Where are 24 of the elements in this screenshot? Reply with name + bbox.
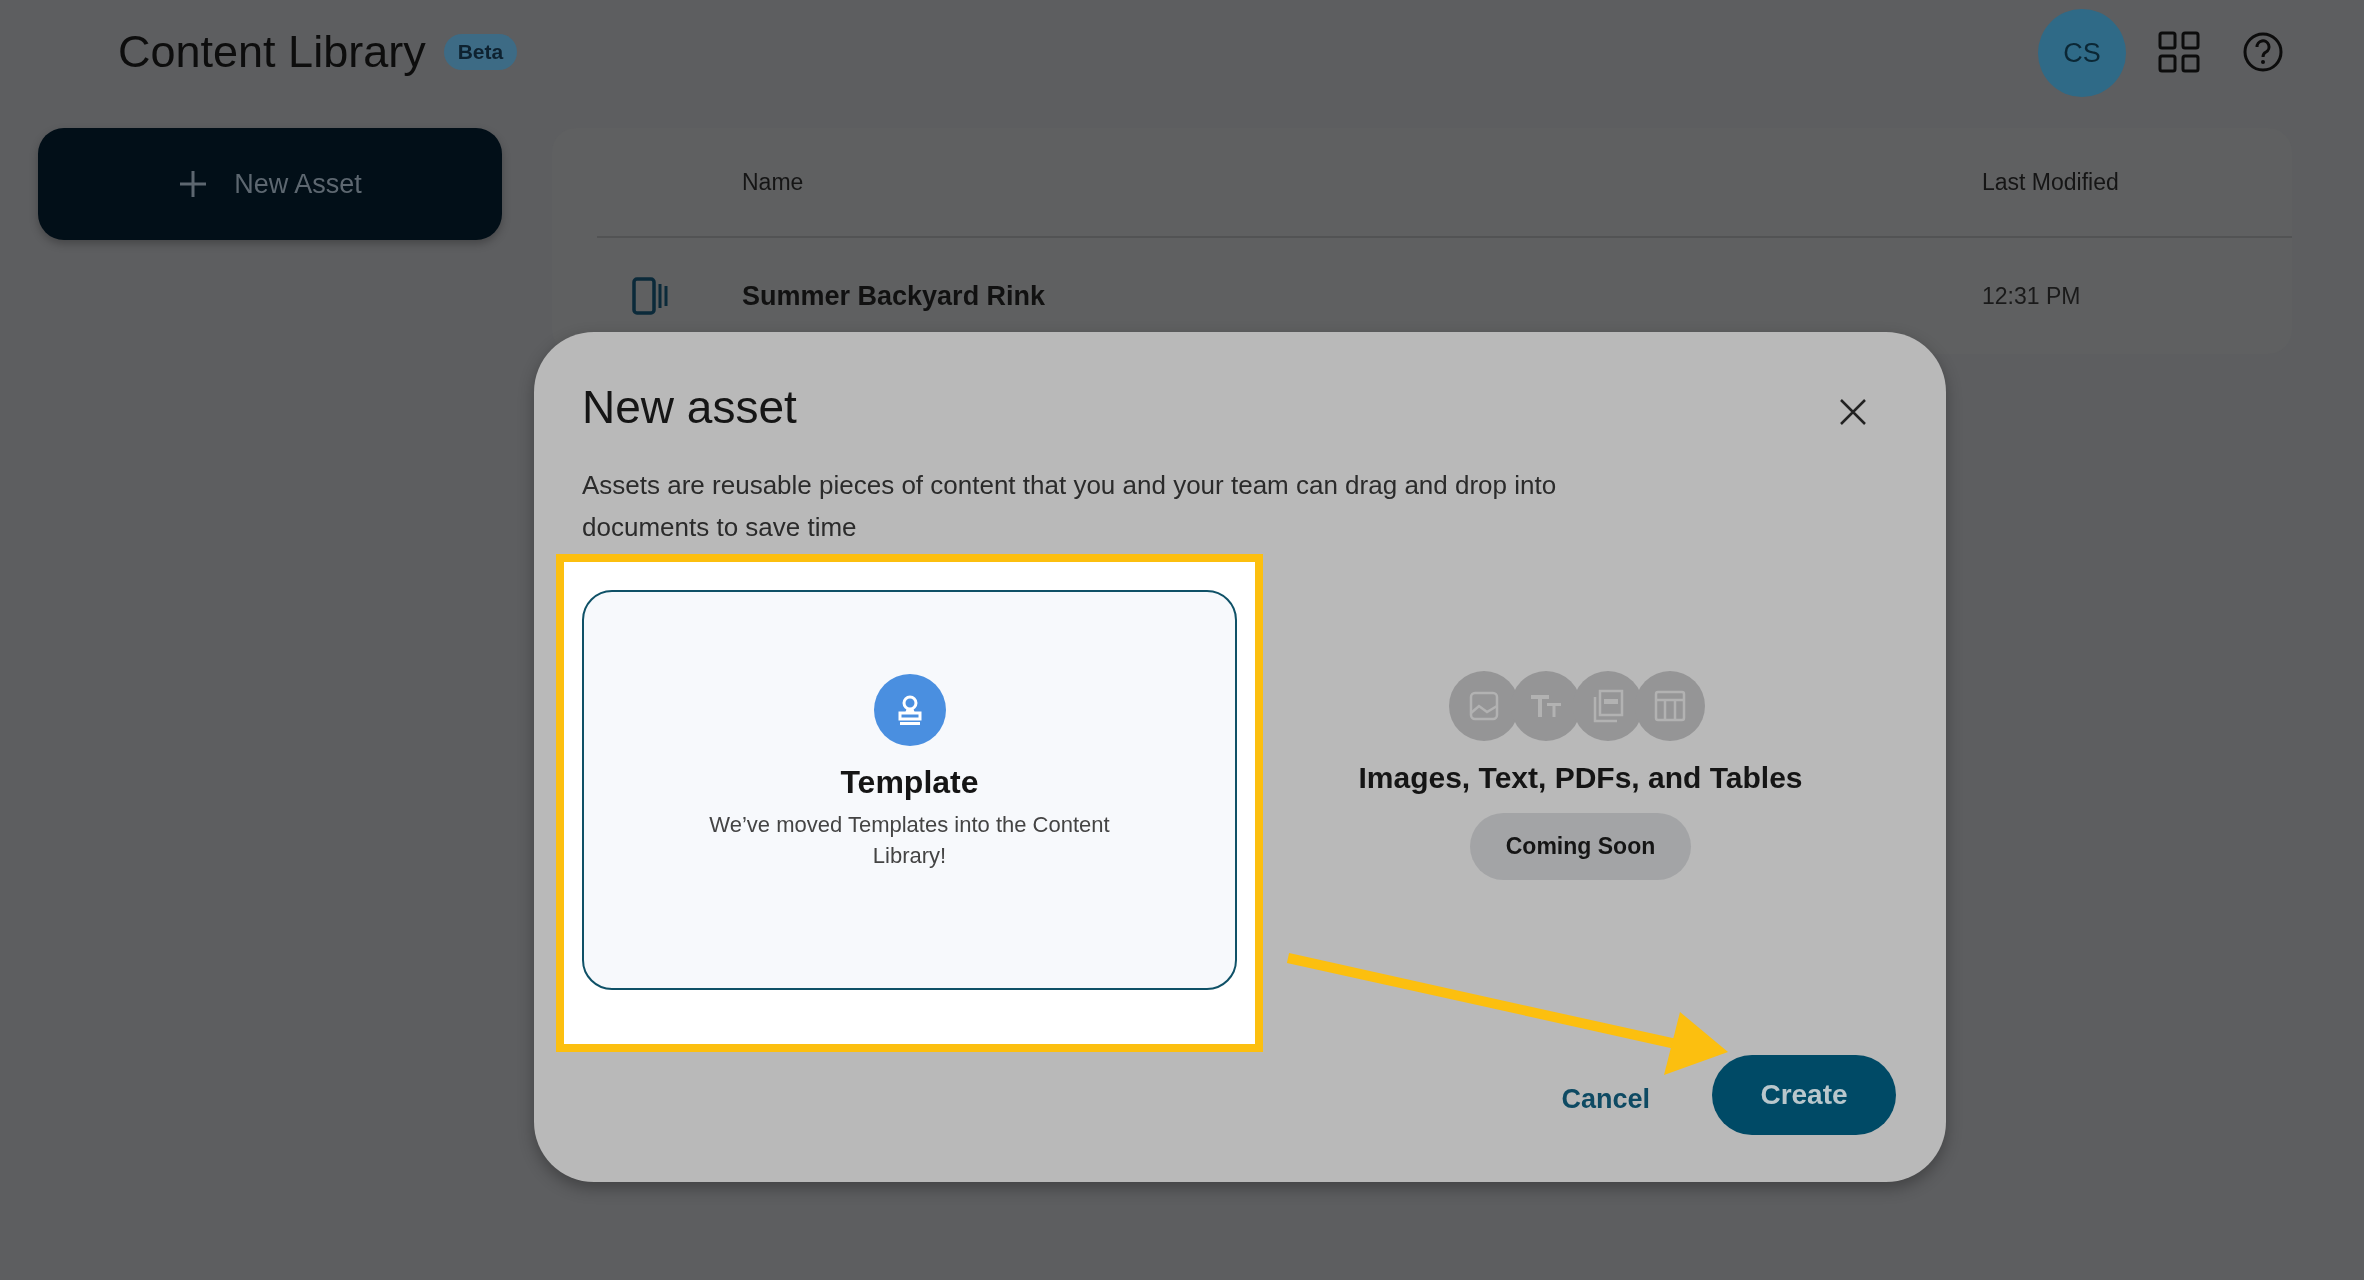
option-description: We’ve moved Templates into the Content Library! [708,811,1111,870]
close-icon[interactable] [1838,397,1868,427]
modified-time: 12:31 PM [1982,282,2082,310]
media-option[interactable]: Images, Text, PDFs, and Tables Coming Soon [1263,554,1898,1052]
option-title: Images, Text, PDFs, and Tables [1358,761,1803,795]
create-button[interactable]: Create [1712,1055,1896,1135]
column-header[interactable]: Name [742,168,804,196]
coming-soon-badge: Coming Soon [1469,813,1692,880]
column-header[interactable]: Last Modified [1982,168,2182,196]
dialog-title: New asset [582,380,797,434]
cancel-button[interactable]: Cancel [1561,1085,1650,1113]
plus-icon [178,169,209,199]
option-title: Template [840,764,979,801]
page-title: Content Library [118,26,426,78]
help-icon[interactable] [2242,31,2284,73]
apps-grid-icon[interactable] [2158,31,2200,73]
dialog-description: Assets are reusable pieces of content that you and your team can drag and drop into documents to save time [582,469,1558,544]
device-icon [631,276,671,316]
asset-name[interactable]: Summer Backyard Rink [742,280,1046,312]
template-option-card[interactable]: Template We’ve moved Templates into the Content Library! [582,590,1237,990]
stamp-icon [873,674,946,746]
new-asset-button[interactable]: New Asset [38,128,502,240]
beta-badge: Beta [443,34,518,70]
user-avatar[interactable]: CS [2038,9,2126,97]
